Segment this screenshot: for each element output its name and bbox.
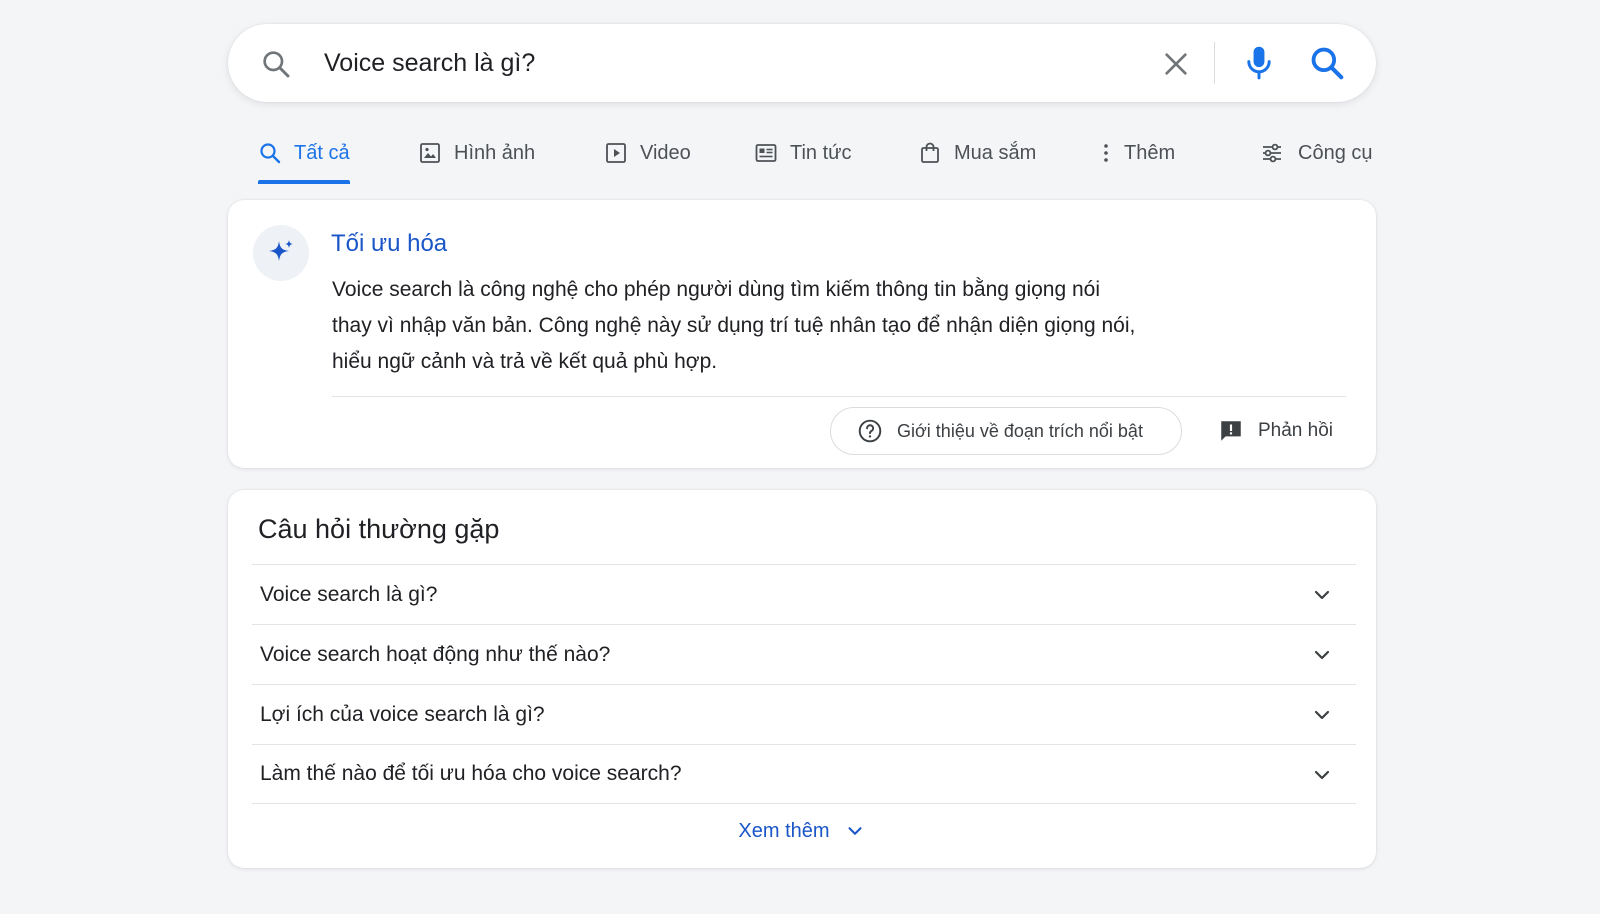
microphone-icon[interactable] bbox=[1242, 44, 1276, 82]
show-more-label: Xem thêm bbox=[738, 819, 830, 842]
help-circle-icon bbox=[858, 419, 882, 443]
search-tabs: Tất cả Hình ảnh Video Tin tức Mua sắm Th… bbox=[0, 130, 1600, 186]
faq-question: Voice search hoạt động như thế nào? bbox=[260, 642, 611, 666]
featured-snippet-card: Tối ưu hóa Voice search là công nghệ cho… bbox=[228, 200, 1376, 468]
snippet-text-line: Voice search là công nghệ cho phép người… bbox=[332, 278, 1101, 301]
about-label: Giới thiệu về đoạn trích nổi bật bbox=[897, 420, 1143, 441]
video-icon bbox=[606, 143, 626, 163]
clear-icon[interactable] bbox=[1160, 48, 1192, 80]
chevron-down-icon bbox=[1314, 710, 1330, 720]
tab-label: Mua sắm bbox=[954, 141, 1037, 164]
feedback-button[interactable]: Phản hồi bbox=[1218, 407, 1333, 455]
tab-label: Video bbox=[640, 141, 691, 164]
tab-images[interactable]: Hình ảnh bbox=[418, 130, 535, 176]
tab-label: Công cụ bbox=[1298, 141, 1373, 164]
chevron-down-icon bbox=[848, 827, 862, 835]
more-vert-icon bbox=[1104, 144, 1108, 162]
faq-item[interactable]: Lợi ích của voice search là gì? bbox=[252, 684, 1356, 744]
ai-sparkle-badge bbox=[253, 225, 309, 281]
tab-all[interactable]: Tất cả bbox=[258, 130, 350, 184]
snippet-divider bbox=[332, 396, 1346, 397]
news-icon bbox=[755, 144, 777, 162]
feedback-icon bbox=[1221, 421, 1241, 441]
faq-card: Câu hỏi thường gặp Voice search là gì? V… bbox=[228, 490, 1376, 868]
shopping-bag-icon bbox=[921, 142, 939, 163]
tune-icon bbox=[1263, 143, 1281, 163]
snippet-title[interactable]: Tối ưu hóa bbox=[331, 230, 447, 258]
tab-label: Hình ảnh bbox=[454, 141, 536, 164]
tab-news[interactable]: Tin tức bbox=[754, 130, 852, 176]
tab-tools[interactable]: Công cụ bbox=[1260, 130, 1373, 176]
chevron-down-icon bbox=[1314, 770, 1330, 780]
search-bar-divider bbox=[1214, 42, 1215, 84]
search-icon bbox=[260, 143, 281, 164]
faq-item[interactable]: Làm thế nào để tối ưu hóa cho voice sear… bbox=[252, 744, 1356, 804]
tab-shopping[interactable]: Mua sắm bbox=[918, 130, 1036, 176]
chevron-down-icon bbox=[1314, 650, 1330, 660]
image-icon bbox=[420, 143, 440, 163]
tab-more[interactable]: Thêm bbox=[1094, 130, 1175, 176]
search-submit-icon[interactable] bbox=[1308, 44, 1346, 82]
faq-item[interactable]: Voice search hoạt động như thế nào? bbox=[252, 624, 1356, 684]
search-icon bbox=[263, 51, 290, 78]
faq-question: Lợi ích của voice search là gì? bbox=[260, 702, 545, 726]
tab-video[interactable]: Video bbox=[604, 130, 691, 176]
search-results-page: Tất cả Hình ảnh Video bbox=[0, 0, 1600, 914]
snippet-text-line: thay vì nhập văn bản. Công nghệ này sử d… bbox=[332, 314, 1136, 337]
faq-title: Câu hỏi thường gặp bbox=[258, 514, 500, 544]
search-bar bbox=[228, 24, 1376, 102]
faq-question: Làm thế nào để tối ưu hóa cho voice sear… bbox=[260, 762, 682, 785]
feedback-label: Phản hồi bbox=[1258, 420, 1334, 441]
snippet-text: Voice search là công nghệ cho phép người… bbox=[332, 272, 1232, 380]
snippet-text-line: hiểu ngữ cảnh và trả về kết quả phù hợp. bbox=[332, 350, 718, 373]
tab-label: Tin tức bbox=[790, 141, 852, 164]
chevron-down-icon bbox=[1314, 590, 1330, 600]
about-featured-snippet-button[interactable]: Giới thiệu về đoạn trích nổi bật bbox=[830, 407, 1182, 455]
faq-question: Voice search là gì? bbox=[260, 582, 438, 606]
tab-label: Tất cả bbox=[294, 141, 350, 164]
search-input[interactable] bbox=[324, 24, 1084, 102]
tab-label: Thêm bbox=[1124, 141, 1176, 164]
faq-item[interactable]: Voice search là gì? bbox=[252, 564, 1356, 624]
sparkle-icon bbox=[269, 240, 293, 261]
show-more-button[interactable]: Xem thêm bbox=[228, 816, 1376, 846]
faq-list: Voice search là gì? Voice search hoạt độ… bbox=[252, 564, 1356, 804]
